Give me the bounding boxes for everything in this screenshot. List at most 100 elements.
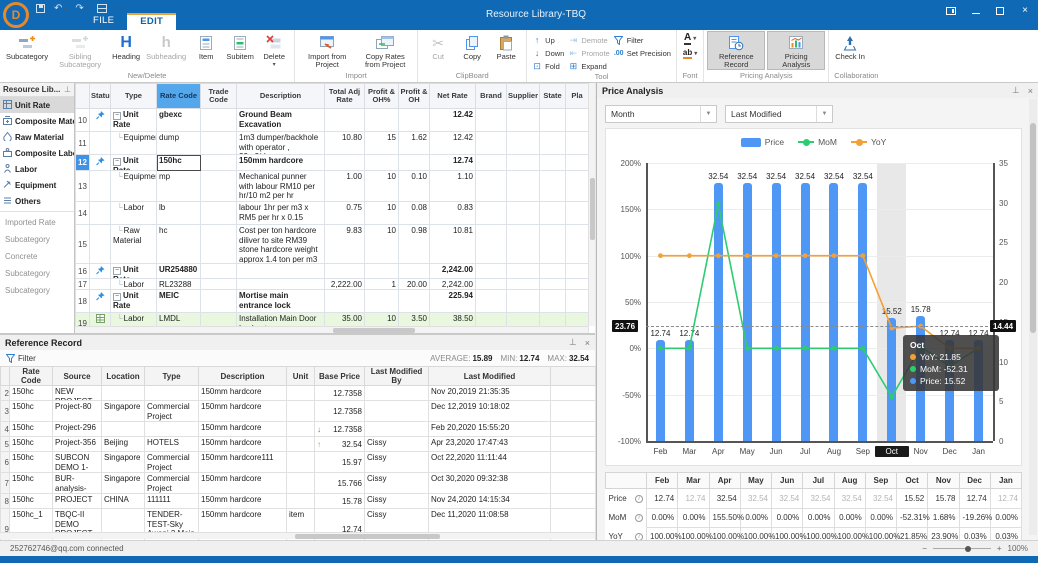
cell-state[interactable] [540,132,566,155]
cell-brand[interactable] [476,290,507,313]
collapse-toggle-icon[interactable]: − [113,112,121,120]
column-header-description[interactable]: Description [199,367,287,386]
cell-total-adj-rate[interactable]: 1.00 [325,171,365,202]
row-number[interactable]: 15 [76,225,90,264]
info-icon[interactable]: i [635,495,643,503]
cell-profit-oh[interactable] [399,109,430,132]
column-header-source[interactable]: Source [53,367,102,386]
pricing-analysis-button[interactable]: Pricing Analysis [767,31,825,70]
cell-rate-code[interactable]: gbexc [157,109,201,132]
column-header-status[interactable]: Status [90,84,111,109]
cell-status[interactable] [90,202,111,225]
reference-horizontal-scrollbar[interactable] [0,532,595,539]
cell-net-rate[interactable]: 2,242.00 [430,279,476,290]
cell-profit-oh-pct[interactable]: 10 [365,225,399,264]
pin-icon[interactable]: ⊥ [1012,85,1020,96]
cell-trade-code[interactable] [201,225,237,264]
table-row[interactable]: 14└Laborlblabour 1hr per m3 x RM5 per hr… [76,202,589,225]
cell-profit-oh-pct[interactable]: 1 [365,279,399,290]
table-row[interactable]: 3150hcProject-80SingaporeCommercial Proj… [1,401,596,422]
item-button[interactable]: Item [189,31,223,61]
cell-status[interactable] [90,155,111,171]
cell-status[interactable] [90,279,111,290]
minimize-icon[interactable] [972,8,980,14]
table-row[interactable]: 11└Equipmentdump1m3 dumper/backhole with… [76,132,589,155]
column-header-pla[interactable]: Pla [566,84,589,109]
table-row[interactable]: 15└Raw MaterialhcCost per ton hardcore d… [76,225,589,264]
column-header-last-modified-by[interactable]: Last Modified By [365,367,429,386]
cell-state[interactable] [540,279,566,290]
row-number[interactable]: 11 [76,132,90,155]
cell-trade-code[interactable] [201,109,237,132]
save-icon[interactable] [36,4,45,13]
cell-description[interactable]: 1m3 dumper/backhole with operator , 32m3… [237,132,325,155]
column-header-profit-&-oh%[interactable]: Profit & OH% [365,84,399,109]
cell-total-adj-rate[interactable]: 2,222.00 [325,279,365,290]
panel-vertical-scrollbar[interactable] [1029,99,1037,535]
period-dropdown[interactable]: Month ▼ [605,105,717,123]
fold-button[interactable]: ⊡Fold [532,60,564,72]
cell-pla[interactable] [566,109,589,132]
info-icon[interactable]: i [635,514,643,522]
cell-type[interactable]: └Equipment [111,132,157,155]
cell-supplier[interactable] [507,225,540,264]
cell-total-adj-rate[interactable]: 10.80 [325,132,365,155]
cell-state[interactable] [540,155,566,171]
copy-button[interactable]: Copy [455,31,489,61]
cell-state[interactable] [540,202,566,225]
zoom-out-icon[interactable]: − [922,544,927,553]
cell-brand[interactable] [476,109,507,132]
column-header-last-modified[interactable]: Last Modified [429,367,551,386]
row-number[interactable]: 14 [76,202,90,225]
sidebar-item-concrete[interactable]: Concrete [0,248,74,265]
cell-brand[interactable] [476,225,507,264]
table-row[interactable]: 16−Unit RateUR2548802,242.00 [76,264,589,279]
cell-profit-oh[interactable]: 0.08 [399,202,430,225]
cell-profit-oh[interactable]: 0.98 [399,225,430,264]
cell-profit-oh[interactable] [399,290,430,313]
cell-rate-code[interactable]: MEIC [157,290,201,313]
cell-type[interactable]: └Raw Material [111,225,157,264]
filter-button[interactable]: Filter [6,354,36,363]
copy-rates-from-project-button[interactable]: Copy Rates from Project [356,31,414,69]
price-bar[interactable] [829,183,838,441]
cell-trade-code[interactable] [201,132,237,155]
cell-state[interactable] [540,264,566,279]
cell-net-rate[interactable]: 2,242.00 [430,264,476,279]
cell-state[interactable] [540,109,566,132]
cell-rate-code[interactable]: lb [157,202,201,225]
cell-profit-oh-pct[interactable] [365,109,399,132]
cell-description[interactable]: Cost per ton hardcore diliver to site RM… [237,225,325,264]
cell-state[interactable] [540,225,566,264]
cell-net-rate[interactable]: 0.83 [430,202,476,225]
price-bar[interactable] [685,340,694,441]
price-bar[interactable] [714,183,723,441]
pin-icon[interactable]: ⊥ [64,85,71,94]
sidebar-item-subcategory[interactable]: Subcategory [0,265,74,282]
x-tick-label[interactable]: Jan [962,446,996,457]
delete-button[interactable]: Delete ▾ [257,31,291,69]
sort-dropdown[interactable]: Last Modified ▼ [725,105,833,123]
cell-type[interactable]: −Unit Rate [111,109,157,132]
cell-trade-code[interactable] [201,171,237,202]
expand-button[interactable]: ⊞Expand [568,60,609,72]
column-header-rate-code[interactable]: Rate Code [10,367,53,386]
collapse-toggle-icon[interactable]: − [113,293,121,301]
cell-supplier[interactable] [507,132,540,155]
cell-status[interactable] [90,264,111,279]
sidebar-item-raw-material[interactable]: Raw Material [0,129,74,145]
cell-state[interactable] [540,171,566,202]
sidebar-item-others[interactable]: Others [0,193,74,209]
cell-profit-oh-pct[interactable] [365,290,399,313]
cell-rate-code[interactable]: 150hc [157,155,201,171]
row-number[interactable]: 18 [76,290,90,313]
cell-pla[interactable] [566,290,589,313]
price-bar[interactable] [858,183,867,441]
cell-rate-code[interactable]: UR254880 [157,264,201,279]
column-header-state[interactable]: State [540,84,566,109]
row-number[interactable]: 17 [76,279,90,290]
column-header-base-price[interactable]: Base Price [315,367,365,386]
toolbar-options-icon[interactable]: ▾ [116,5,119,12]
cell-description[interactable]: Mechanical punner with labour RM10 per h… [237,171,325,202]
cell-profit-oh[interactable] [399,264,430,279]
